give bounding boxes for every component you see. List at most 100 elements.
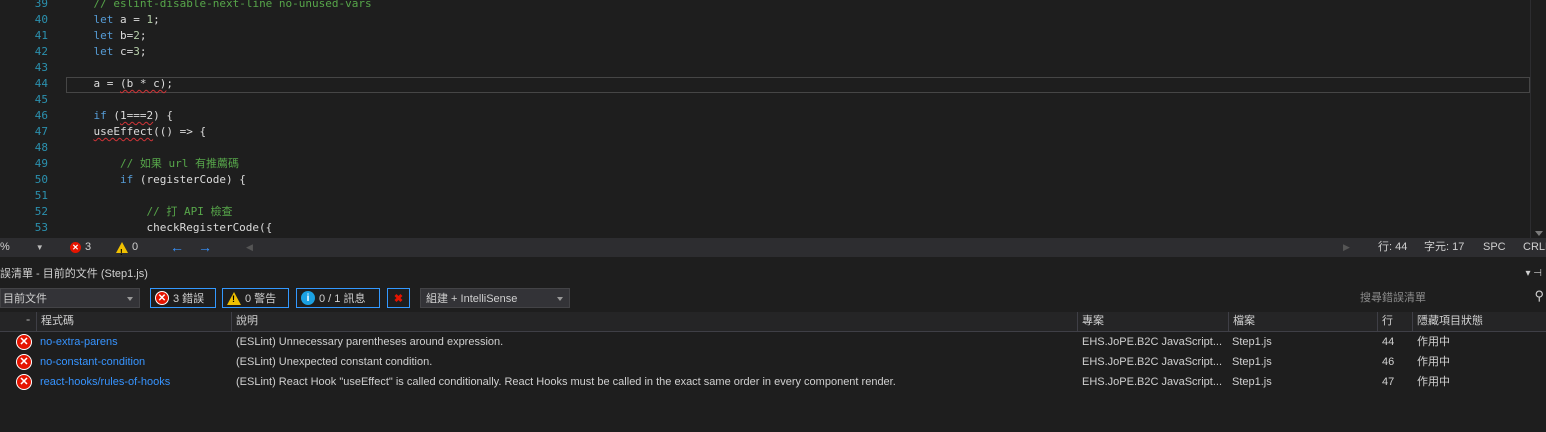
code-line[interactable]: 53 checkRegisterCode({: [0, 220, 1530, 236]
pin-icon[interactable]: ▾ ⊣: [1525, 264, 1542, 284]
code-line[interactable]: 49 // 如果 url 有推薦碼: [0, 156, 1530, 172]
code-text: // eslint-disable-next-line no-unused-va…: [67, 0, 372, 12]
messages-filter-label: 0 / 1 訊息: [319, 293, 366, 305]
code-text: a = (b * c);: [67, 76, 172, 92]
error-project: EHS.JoPE.B2C JavaScript...: [1082, 376, 1222, 388]
whitespace-indicator[interactable]: SPC: [1483, 238, 1506, 257]
code-line[interactable]: 42 let c=3;: [0, 44, 1530, 60]
error-state: 作用中: [1417, 356, 1450, 368]
scroll-right-icon[interactable]: ▶: [1343, 238, 1350, 257]
chevron-down-icon: ▼: [35, 243, 44, 252]
column-indicator[interactable]: 字元: 17: [1424, 238, 1464, 257]
line-number: 42: [34, 45, 48, 58]
code-line[interactable]: 52 // 打 API 檢查: [0, 204, 1530, 220]
code-token: if: [93, 109, 107, 122]
warnings-filter-label: 0 警告: [245, 293, 277, 305]
code-text: // 打 API 檢查: [67, 204, 232, 220]
code-line[interactable]: 40 let a = 1;: [0, 12, 1530, 28]
scope-dropdown[interactable]: 目前文件: [0, 288, 140, 308]
search-icon[interactable]: ⚲: [1534, 288, 1544, 304]
clear-filter-button[interactable]: ✖: [387, 288, 410, 308]
code-token: a =: [67, 77, 120, 90]
build-filter-value: 組建 + IntelliSense: [426, 293, 518, 305]
column-options-icon[interactable]: ⁼: [22, 312, 36, 331]
column-header-description[interactable]: 說明: [231, 312, 1077, 331]
zoom-level-dropdown[interactable]: % ▼: [0, 238, 44, 257]
column-header-suppression[interactable]: 隱藏項目狀態: [1412, 312, 1536, 331]
error-code-link[interactable]: no-constant-condition: [40, 352, 228, 372]
line-ending-indicator[interactable]: CRLF: [1523, 238, 1546, 257]
code-token: checkRegisterCode({: [67, 221, 273, 234]
error-count: 3: [85, 241, 92, 253]
error-file: Step1.js: [1232, 336, 1272, 348]
code-line[interactable]: 39 // eslint-disable-next-line no-unused…: [0, 0, 1530, 12]
error-row[interactable]: ✕ react-hooks/rules-of-hooks (ESLint) Re…: [0, 372, 1546, 392]
code-token: let: [93, 45, 114, 58]
error-row[interactable]: ✕ no-extra-parens (ESLint) Unnecessary p…: [0, 332, 1546, 352]
code-token: a =: [113, 13, 147, 26]
line-number: 49: [34, 157, 48, 170]
navigate-back-button[interactable]: ←: [170, 238, 184, 257]
column-header-file[interactable]: 檔案: [1228, 312, 1377, 331]
line-number: 52: [34, 205, 48, 218]
code-line[interactable]: 41 let b=2;: [0, 28, 1530, 44]
code-line[interactable]: 43: [0, 60, 1530, 76]
navigate-forward-button[interactable]: →: [198, 238, 212, 257]
column-header-code[interactable]: 程式碼: [36, 312, 231, 331]
error-icon: ✕: [155, 291, 169, 305]
code-line[interactable]: 45: [0, 92, 1530, 108]
error-icon: ✕: [70, 242, 81, 253]
code-line[interactable]: 50 if (registerCode) {: [0, 172, 1530, 188]
error-code-link[interactable]: react-hooks/rules-of-hooks: [40, 372, 228, 392]
line-indicator[interactable]: 行: 44: [1378, 238, 1407, 257]
arrow-right-icon: →: [198, 239, 212, 255]
warnings-filter-button[interactable]: 0 警告: [222, 288, 289, 308]
error-count-indicator[interactable]: ✕ 3: [70, 238, 91, 257]
lint-squiggle-token: useEffect: [93, 125, 154, 138]
scroll-down-arrow-icon[interactable]: [1535, 231, 1543, 236]
info-icon: i: [301, 291, 315, 305]
error-code-link[interactable]: no-extra-parens: [40, 332, 228, 352]
search-input[interactable]: [1360, 289, 1528, 307]
build-filter-dropdown[interactable]: 組建 + IntelliSense: [420, 288, 570, 308]
editor-vertical-scrollbar[interactable]: [1530, 0, 1546, 238]
line-number: 41: [34, 29, 48, 42]
code-line[interactable]: 48: [0, 140, 1530, 156]
arrow-left-icon: ←: [170, 239, 184, 255]
error-state: 作用中: [1417, 376, 1450, 388]
column-header-project[interactable]: 專案: [1077, 312, 1228, 331]
code-token: ;: [153, 13, 160, 26]
code-token: ;: [139, 45, 147, 58]
code-token: let: [93, 29, 114, 42]
error-row[interactable]: ✕ no-constant-condition (ESLint) Unexpec…: [0, 352, 1546, 372]
code-text: if (registerCode) {: [67, 172, 246, 188]
scroll-left-icon[interactable]: ◀: [246, 238, 253, 257]
code-token: // eslint-disable-next-line no-unused-va…: [93, 0, 372, 10]
code-line[interactable]: 46 if (1===2) {: [0, 108, 1530, 124]
error-list-title-bar: 誤清單 - 目前的文件 (Step1.js) ▾ ⊣: [0, 264, 1546, 284]
code-line[interactable]: 51: [0, 188, 1530, 204]
code-text: useEffect(() => {: [67, 124, 207, 140]
error-project: EHS.JoPE.B2C JavaScript...: [1082, 356, 1222, 368]
error-line: 44: [1382, 336, 1395, 348]
errors-filter-label: 3 錯誤: [173, 293, 205, 305]
column-header-line[interactable]: 行: [1377, 312, 1412, 331]
code-line[interactable]: 44 a = (b * c);: [0, 76, 1530, 92]
warning-icon: [116, 242, 128, 262]
panel-title: 誤清單 - 目前的文件 (Step1.js): [0, 268, 148, 280]
code-line[interactable]: 47 useEffect(() => {: [0, 124, 1530, 140]
code-editor[interactable]: 39 // eslint-disable-next-line no-unused…: [0, 0, 1546, 238]
code-text: if (1===2) {: [67, 108, 174, 124]
messages-filter-button[interactable]: i 0 / 1 訊息: [296, 288, 380, 308]
warning-count-indicator[interactable]: 0: [116, 238, 138, 262]
code-text: // 如果 url 有推薦碼: [67, 156, 239, 172]
error-description: (ESLint) Unnecessary parentheses around …: [236, 336, 504, 348]
scope-value: 目前文件: [3, 293, 47, 305]
errors-filter-button[interactable]: ✕ 3 錯誤: [150, 288, 216, 308]
chevron-down-icon: [557, 297, 563, 301]
